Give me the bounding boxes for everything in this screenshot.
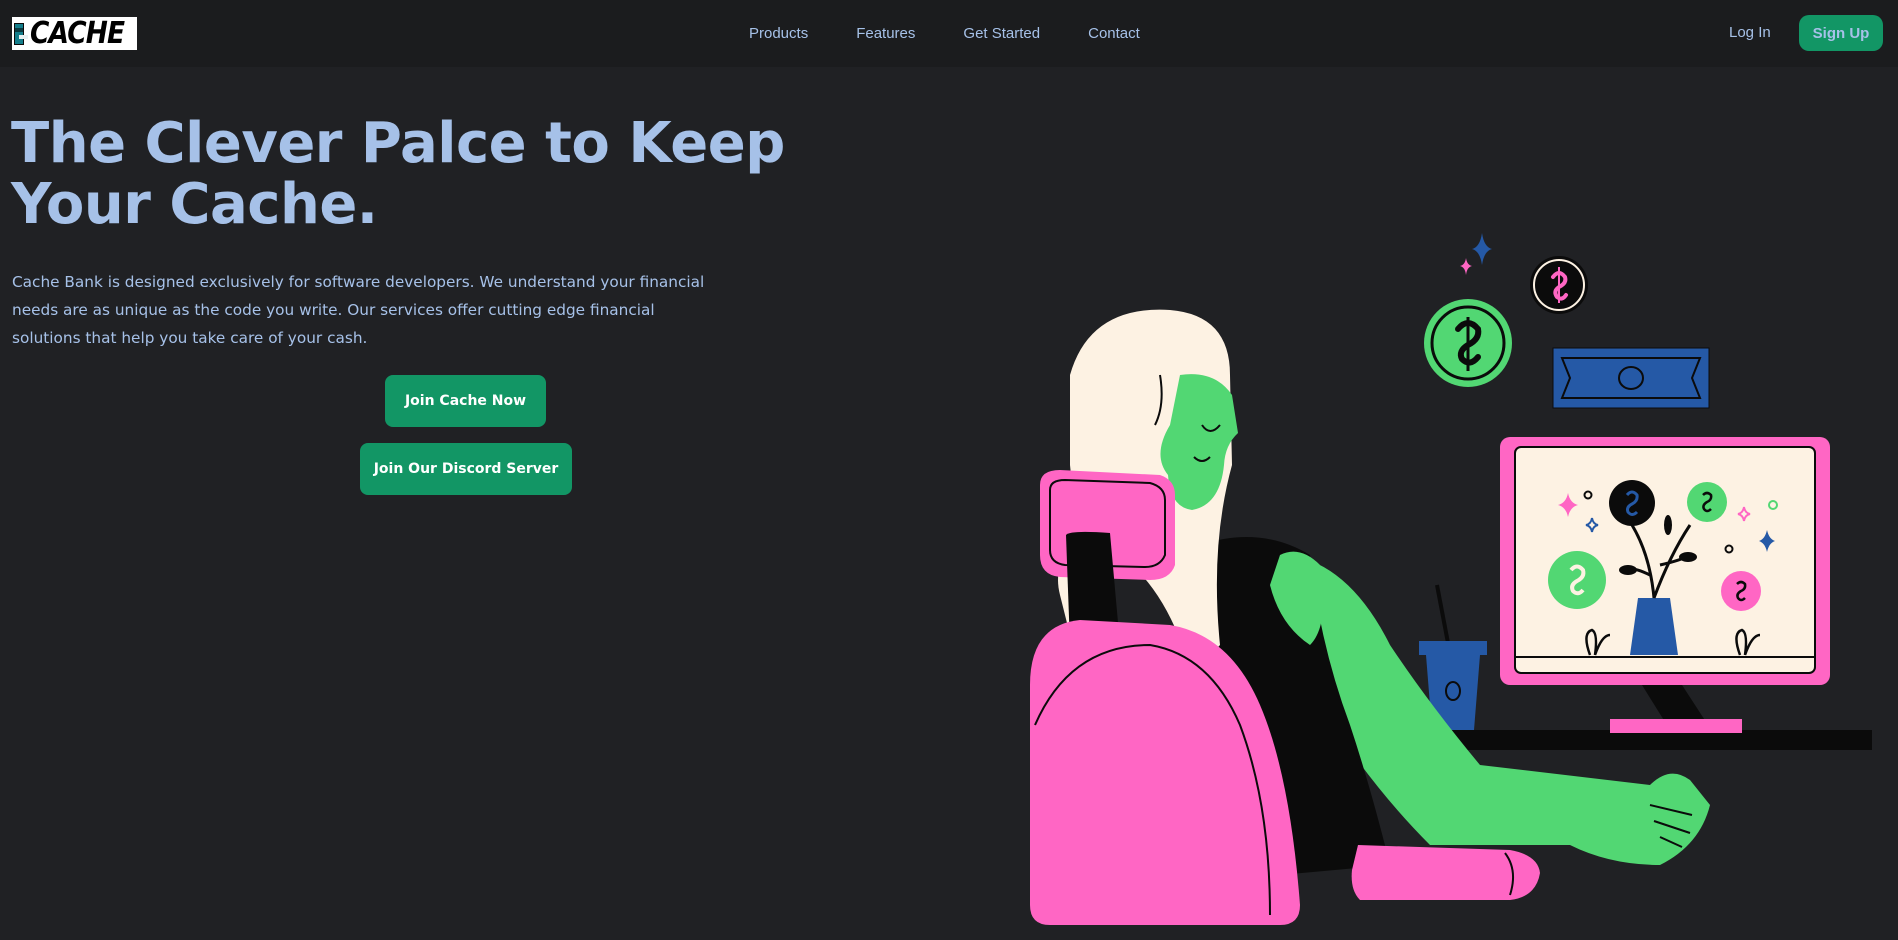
sparkle-icon xyxy=(1472,233,1492,265)
sparkle-icon xyxy=(1460,258,1472,275)
logo-text: CACHE xyxy=(30,16,125,51)
hero-illustration xyxy=(1030,233,1872,925)
top-navbar: CACHE Products Features Get Started Cont… xyxy=(0,0,1898,67)
login-link[interactable]: Log In xyxy=(1729,24,1771,41)
main-nav: Products Features Get Started Contact xyxy=(749,0,1188,67)
banknote-icon xyxy=(1552,347,1710,409)
nav-link-products[interactable]: Products xyxy=(749,25,808,42)
signup-button[interactable]: Sign Up xyxy=(1799,15,1883,51)
join-cache-button[interactable]: Join Cache Now xyxy=(385,375,546,427)
hero-description: Cache Bank is designed exclusively for s… xyxy=(12,273,705,347)
dollar-coin-icon xyxy=(1530,256,1588,314)
join-discord-button[interactable]: Join Our Discord Server xyxy=(360,443,572,495)
cache-logo[interactable]: CACHE xyxy=(12,17,137,50)
nav-link-contact[interactable]: Contact xyxy=(1088,25,1140,42)
credit-card-icon xyxy=(14,22,28,45)
dollar-coin-icon xyxy=(1424,299,1512,387)
hero-title: The Clever Palce to Keep Your Cache. xyxy=(11,111,785,237)
nav-link-get-started[interactable]: Get Started xyxy=(963,25,1040,42)
nav-link-features[interactable]: Features xyxy=(856,25,915,42)
monitor-icon xyxy=(1500,437,1830,685)
